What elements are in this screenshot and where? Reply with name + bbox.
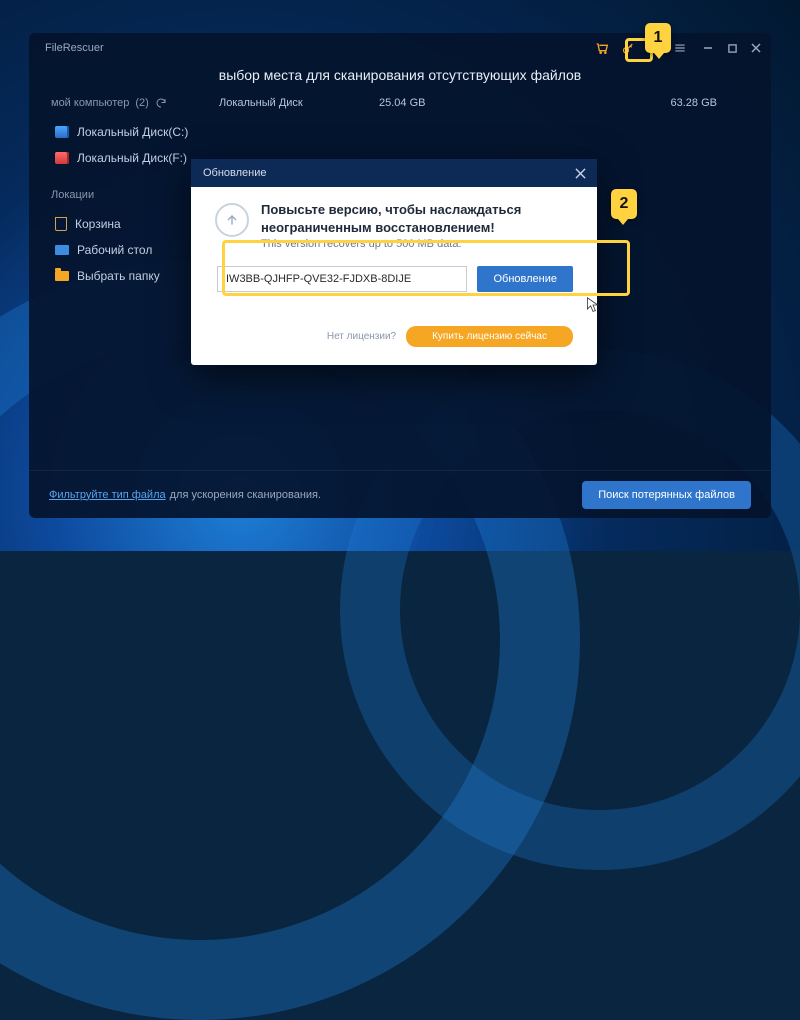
modal-subtext: This version recovers up to 500 MB data. <box>261 238 573 250</box>
upgrade-badge-icon <box>215 203 249 237</box>
drive-total: 63.28 GB <box>539 97 747 109</box>
desktop-icon <box>55 245 69 255</box>
filter-link[interactable]: Фильтруйте тип файла <box>49 489 166 501</box>
modal-title-text: Обновление <box>203 167 267 179</box>
trash-icon <box>55 217 67 231</box>
drive-label: Локальный Диск(F:) <box>77 151 187 165</box>
drive-item-c[interactable]: Локальный Диск(C:) <box>51 119 211 145</box>
drive-row: Локальный Диск 25.04 GB 63.28 GB <box>211 97 755 117</box>
section-locations: Локации <box>51 189 211 201</box>
location-trash[interactable]: Корзина <box>51 211 211 237</box>
app-title: FileRescuer <box>45 42 104 54</box>
location-label: Рабочий стол <box>77 243 152 257</box>
key-icon[interactable] <box>617 37 639 59</box>
no-license-text: Нет лицензии? <box>327 331 396 342</box>
section-my-computer: мой компьютер (2) <box>51 97 211 109</box>
drive-label: Локальный Диск(C:) <box>77 125 188 139</box>
modal-heading: Повысьте версию, чтобы наслаждаться неог… <box>261 201 573 236</box>
menu-icon[interactable] <box>669 37 691 59</box>
location-choose-folder[interactable]: Выбрать папку <box>51 263 211 289</box>
close-button[interactable] <box>749 41 763 55</box>
license-input[interactable] <box>217 266 467 292</box>
minimize-button[interactable] <box>701 41 715 55</box>
window-controls <box>701 41 763 55</box>
maximize-button[interactable] <box>725 41 739 55</box>
hdd-icon <box>55 152 69 164</box>
page-title: выбор места для сканирования отсутствующ… <box>29 63 771 97</box>
hdd-icon <box>55 126 69 138</box>
drive-item-f[interactable]: Локальный Диск(F:) <box>51 145 211 171</box>
section-count: (2) <box>135 97 148 109</box>
location-desktop[interactable]: Рабочий стол <box>51 237 211 263</box>
location-label: Корзина <box>75 217 121 231</box>
annotation-callout-1: 1 <box>645 23 671 53</box>
scan-button[interactable]: Поиск потерянных файлов <box>582 481 751 509</box>
cart-icon[interactable] <box>591 37 613 59</box>
location-label: Выбрать папку <box>77 269 160 283</box>
upgrade-modal: Обновление Повысьте версию, чтобы наслаж… <box>191 159 597 365</box>
buy-license-button[interactable]: Купить лицензию сейчас <box>406 326 573 347</box>
modal-titlebar: Обновление <box>191 159 597 187</box>
modal-close-button[interactable] <box>571 164 589 182</box>
section-label: Локации <box>51 189 94 201</box>
footer-text: для ускорения сканирования. <box>170 489 321 501</box>
drive-used: 25.04 GB <box>379 97 539 109</box>
annotation-callout-2: 2 <box>611 189 637 219</box>
folder-icon <box>55 271 69 281</box>
section-label: мой компьютер <box>51 97 129 109</box>
upgrade-button[interactable]: Обновление <box>477 266 573 292</box>
drive-type: Локальный Диск <box>219 97 379 109</box>
refresh-icon[interactable] <box>155 97 167 109</box>
footer: Фильтруйте тип файла для ускорения скани… <box>29 470 771 518</box>
